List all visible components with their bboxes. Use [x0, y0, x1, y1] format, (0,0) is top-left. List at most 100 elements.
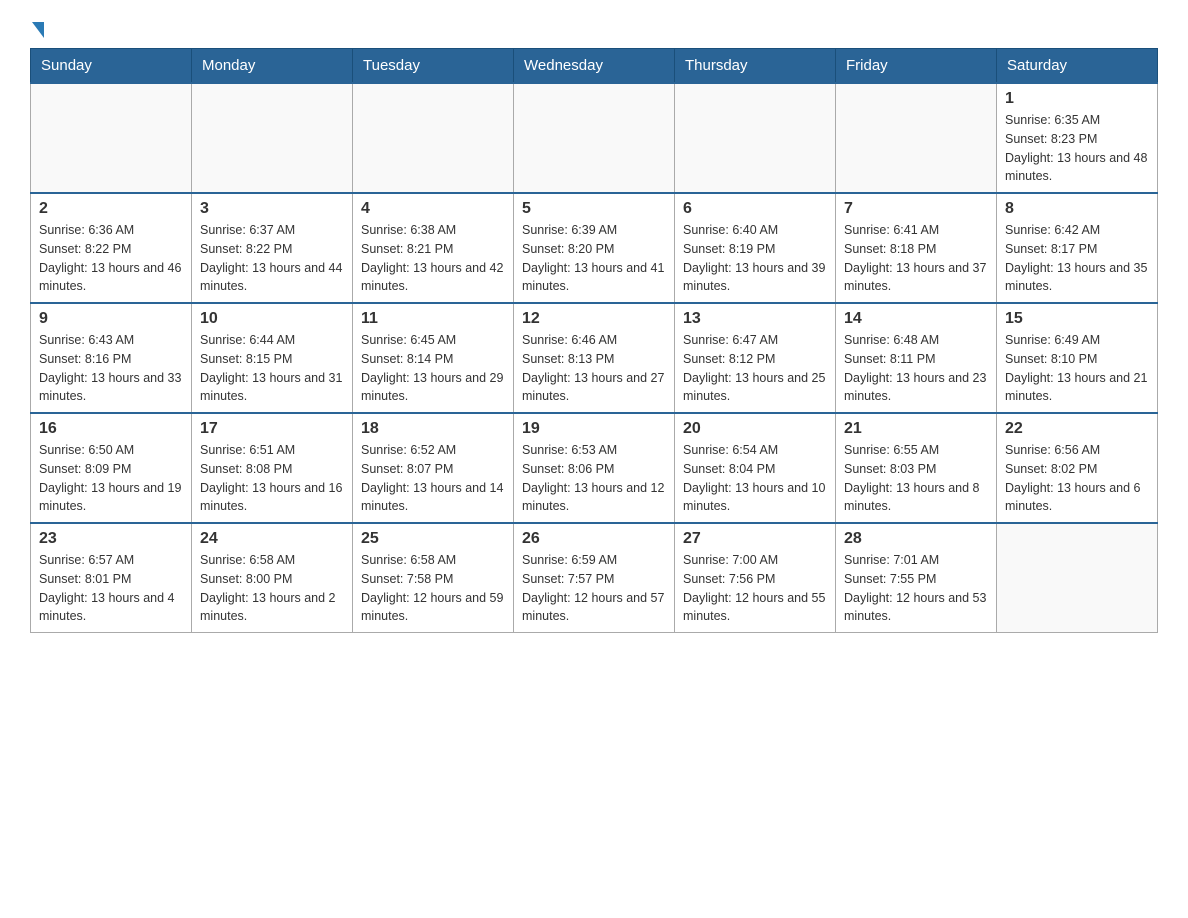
calendar-cell: 6 Sunrise: 6:40 AM Sunset: 8:19 PM Daylig… — [675, 193, 836, 303]
day-number: 28 — [844, 530, 988, 548]
day-info: Sunrise: 6:50 AM Sunset: 8:09 PM Dayligh… — [39, 441, 183, 516]
day-number: 16 — [39, 420, 183, 438]
calendar-cell: 8Sunrise: 6:42 AM Sunset: 8:17 PM Daylig… — [997, 193, 1158, 303]
day-number: 14 — [844, 310, 988, 328]
day-number: 5 — [522, 200, 666, 218]
calendar-cell: 26 Sunrise: 6:59 AM Sunset: 7:57 PM Dayli… — [514, 523, 675, 633]
calendar-cell: 12 Sunrise: 6:46 AM Sunset: 8:13 PM Dayli… — [514, 303, 675, 413]
day-number: 11 — [361, 310, 505, 328]
calendar-cell: 10 Sunrise: 6:44 AM Sunset: 8:15 PM Dayli… — [192, 303, 353, 413]
calendar-cell: 17Sunrise: 6:51 AM Sunset: 8:08 PM Dayli… — [192, 413, 353, 523]
day-number: 15 — [1005, 310, 1149, 328]
day-info: Sunrise: 6:53 AM Sunset: 8:06 PM Dayligh… — [522, 441, 666, 516]
calendar-cell — [31, 83, 192, 193]
day-info: Sunrise: 6:45 AM Sunset: 8:14 PM Dayligh… — [361, 331, 505, 406]
calendar-cell: 16 Sunrise: 6:50 AM Sunset: 8:09 PM Dayli… — [31, 413, 192, 523]
day-number: 24 — [200, 530, 344, 548]
day-info: Sunrise: 6:36 AM Sunset: 8:22 PM Dayligh… — [39, 221, 183, 296]
day-info: Sunrise: 6:54 AM Sunset: 8:04 PM Dayligh… — [683, 441, 827, 516]
day-number: 2 — [39, 200, 183, 218]
calendar-cell — [353, 83, 514, 193]
calendar-cell: 24 Sunrise: 6:58 AM Sunset: 8:00 PM Dayli… — [192, 523, 353, 633]
calendar-header-row: SundayMondayTuesdayWednesdayThursdayFrid… — [31, 49, 1158, 84]
calendar-cell — [997, 523, 1158, 633]
day-info: Sunrise: 7:00 AM Sunset: 7:56 PM Dayligh… — [683, 551, 827, 626]
day-number: 26 — [522, 530, 666, 548]
calendar-cell: 3 Sunrise: 6:37 AM Sunset: 8:22 PM Daylig… — [192, 193, 353, 303]
day-info: Sunrise: 6:41 AM Sunset: 8:18 PM Dayligh… — [844, 221, 988, 296]
day-info: Sunrise: 6:46 AM Sunset: 8:13 PM Dayligh… — [522, 331, 666, 406]
calendar-cell — [514, 83, 675, 193]
day-info: Sunrise: 6:42 AM Sunset: 8:17 PM Dayligh… — [1005, 221, 1149, 296]
day-number: 19 — [522, 420, 666, 438]
day-number: 7 — [844, 200, 988, 218]
calendar-cell: 27 Sunrise: 7:00 AM Sunset: 7:56 PM Dayli… — [675, 523, 836, 633]
week-row-5: 23 Sunrise: 6:57 AM Sunset: 8:01 PM Dayli… — [31, 523, 1158, 633]
day-info: Sunrise: 6:56 AM Sunset: 8:02 PM Dayligh… — [1005, 441, 1149, 516]
calendar-header-monday: Monday — [192, 49, 353, 84]
calendar-cell: 18Sunrise: 6:52 AM Sunset: 8:07 PM Dayli… — [353, 413, 514, 523]
week-row-4: 16 Sunrise: 6:50 AM Sunset: 8:09 PM Dayli… — [31, 413, 1158, 523]
calendar-table: SundayMondayTuesdayWednesdayThursdayFrid… — [30, 48, 1158, 633]
day-info: Sunrise: 6:44 AM Sunset: 8:15 PM Dayligh… — [200, 331, 344, 406]
day-number: 10 — [200, 310, 344, 328]
day-number: 22 — [1005, 420, 1149, 438]
day-info: Sunrise: 6:48 AM Sunset: 8:11 PM Dayligh… — [844, 331, 988, 406]
calendar-cell — [192, 83, 353, 193]
day-info: Sunrise: 7:01 AM Sunset: 7:55 PM Dayligh… — [844, 551, 988, 626]
calendar-header-friday: Friday — [836, 49, 997, 84]
day-info: Sunrise: 6:49 AM Sunset: 8:10 PM Dayligh… — [1005, 331, 1149, 406]
calendar-cell — [836, 83, 997, 193]
day-number: 17 — [200, 420, 344, 438]
calendar-cell: 2 Sunrise: 6:36 AM Sunset: 8:22 PM Daylig… — [31, 193, 192, 303]
day-info: Sunrise: 6:59 AM Sunset: 7:57 PM Dayligh… — [522, 551, 666, 626]
day-number: 13 — [683, 310, 827, 328]
calendar-cell: 4Sunrise: 6:38 AM Sunset: 8:21 PM Daylig… — [353, 193, 514, 303]
day-info: Sunrise: 6:57 AM Sunset: 8:01 PM Dayligh… — [39, 551, 183, 626]
page-header — [30, 20, 1158, 38]
day-number: 6 — [683, 200, 827, 218]
day-number: 3 — [200, 200, 344, 218]
week-row-2: 2 Sunrise: 6:36 AM Sunset: 8:22 PM Daylig… — [31, 193, 1158, 303]
calendar-header-wednesday: Wednesday — [514, 49, 675, 84]
day-info: Sunrise: 6:35 AM Sunset: 8:23 PM Dayligh… — [1005, 111, 1149, 186]
day-number: 12 — [522, 310, 666, 328]
calendar-cell: 22 Sunrise: 6:56 AM Sunset: 8:02 PM Dayli… — [997, 413, 1158, 523]
calendar-cell: 21 Sunrise: 6:55 AM Sunset: 8:03 PM Dayli… — [836, 413, 997, 523]
calendar-cell: 25Sunrise: 6:58 AM Sunset: 7:58 PM Dayli… — [353, 523, 514, 633]
day-info: Sunrise: 6:37 AM Sunset: 8:22 PM Dayligh… — [200, 221, 344, 296]
calendar-header-sunday: Sunday — [31, 49, 192, 84]
calendar-cell: 23 Sunrise: 6:57 AM Sunset: 8:01 PM Dayli… — [31, 523, 192, 633]
day-number: 21 — [844, 420, 988, 438]
day-number: 23 — [39, 530, 183, 548]
day-number: 27 — [683, 530, 827, 548]
calendar-cell: 20 Sunrise: 6:54 AM Sunset: 8:04 PM Dayli… — [675, 413, 836, 523]
calendar-header-thursday: Thursday — [675, 49, 836, 84]
day-info: Sunrise: 6:47 AM Sunset: 8:12 PM Dayligh… — [683, 331, 827, 406]
calendar-header-saturday: Saturday — [997, 49, 1158, 84]
calendar-cell: 15 Sunrise: 6:49 AM Sunset: 8:10 PM Dayli… — [997, 303, 1158, 413]
calendar-cell — [675, 83, 836, 193]
calendar-cell: 13 Sunrise: 6:47 AM Sunset: 8:12 PM Dayli… — [675, 303, 836, 413]
day-number: 20 — [683, 420, 827, 438]
week-row-3: 9 Sunrise: 6:43 AM Sunset: 8:16 PM Daylig… — [31, 303, 1158, 413]
day-info: Sunrise: 6:58 AM Sunset: 7:58 PM Dayligh… — [361, 551, 505, 626]
week-row-1: 1Sunrise: 6:35 AM Sunset: 8:23 PM Daylig… — [31, 83, 1158, 193]
day-number: 9 — [39, 310, 183, 328]
calendar-cell: 1Sunrise: 6:35 AM Sunset: 8:23 PM Daylig… — [997, 83, 1158, 193]
calendar-cell: 11 Sunrise: 6:45 AM Sunset: 8:14 PM Dayli… — [353, 303, 514, 413]
logo-triangle-icon — [32, 22, 44, 38]
calendar-cell: 7 Sunrise: 6:41 AM Sunset: 8:18 PM Daylig… — [836, 193, 997, 303]
calendar-cell: 28 Sunrise: 7:01 AM Sunset: 7:55 PM Dayli… — [836, 523, 997, 633]
day-info: Sunrise: 6:39 AM Sunset: 8:20 PM Dayligh… — [522, 221, 666, 296]
calendar-cell: 19 Sunrise: 6:53 AM Sunset: 8:06 PM Dayli… — [514, 413, 675, 523]
day-info: Sunrise: 6:40 AM Sunset: 8:19 PM Dayligh… — [683, 221, 827, 296]
calendar-cell: 9 Sunrise: 6:43 AM Sunset: 8:16 PM Daylig… — [31, 303, 192, 413]
calendar-cell: 14 Sunrise: 6:48 AM Sunset: 8:11 PM Dayli… — [836, 303, 997, 413]
calendar-cell: 5 Sunrise: 6:39 AM Sunset: 8:20 PM Daylig… — [514, 193, 675, 303]
calendar-header-tuesday: Tuesday — [353, 49, 514, 84]
day-info: Sunrise: 6:43 AM Sunset: 8:16 PM Dayligh… — [39, 331, 183, 406]
day-info: Sunrise: 6:55 AM Sunset: 8:03 PM Dayligh… — [844, 441, 988, 516]
day-info: Sunrise: 6:58 AM Sunset: 8:00 PM Dayligh… — [200, 551, 344, 626]
day-info: Sunrise: 6:38 AM Sunset: 8:21 PM Dayligh… — [361, 221, 505, 296]
